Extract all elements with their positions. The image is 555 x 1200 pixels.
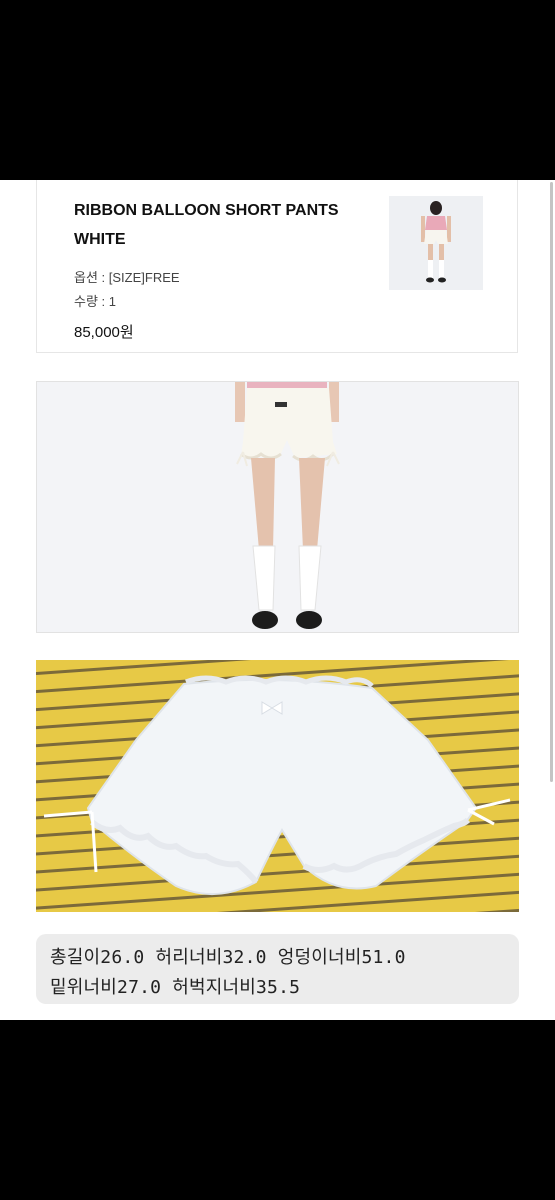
quantity-text: 수량 : 1 bbox=[74, 294, 116, 309]
option-text: 옵션 : [SIZE]FREE bbox=[74, 270, 180, 285]
product-title-line-1: RIBBON BALLOON SHORT PANTS bbox=[74, 202, 339, 219]
product-title-line-2: WHITE bbox=[74, 231, 126, 248]
content-area: RIBBON BALLOON SHORT PANTS WHITE 옵션 : [S… bbox=[0, 180, 555, 1020]
measurements-line-2: 밑위너비27.0 허벅지너비35.5 bbox=[50, 977, 301, 998]
product-thumbnail[interactable] bbox=[389, 196, 483, 290]
product-title[interactable]: RIBBON BALLOON SHORT PANTS WHITE bbox=[74, 196, 374, 254]
product-photo-flatlay[interactable] bbox=[36, 660, 519, 912]
price-text: 85,000원 bbox=[74, 324, 134, 341]
scrollbar[interactable] bbox=[550, 182, 553, 782]
order-item-card[interactable]: RIBBON BALLOON SHORT PANTS WHITE 옵션 : [S… bbox=[36, 180, 518, 353]
measurements-line-1: 총길이26.0 허리너비32.0 엉덩이너비51.0 bbox=[50, 947, 406, 968]
measurements-box: 총길이26.0 허리너비32.0 엉덩이너비51.0 밑위너비27.0 허벅지너… bbox=[36, 934, 519, 1004]
product-photo-model[interactable] bbox=[36, 381, 519, 633]
